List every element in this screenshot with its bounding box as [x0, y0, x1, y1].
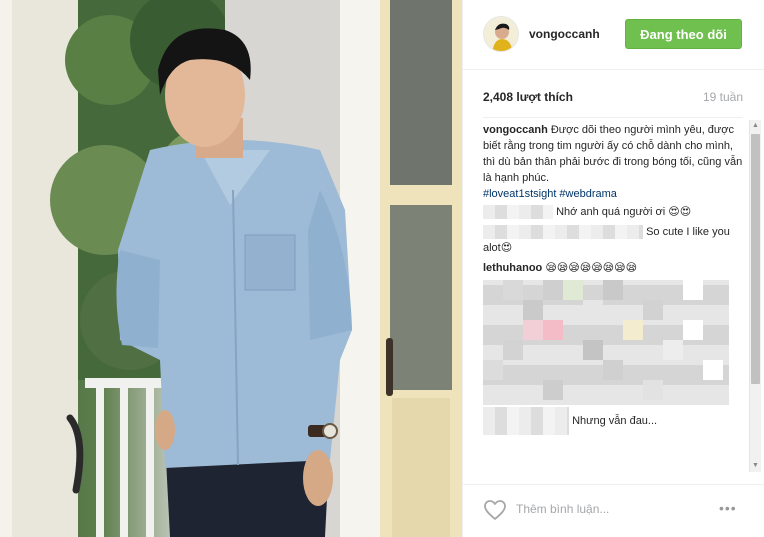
hashtags[interactable]: #loveat1stsight #webdrama	[483, 186, 745, 202]
comment-item: lethuhanoo 😪😪😪😪😪😪😪😪	[483, 260, 745, 276]
scrollbar-thumb[interactable]	[751, 134, 760, 384]
comment-item: Nhớ anh quá người ơi 😍😍	[483, 204, 745, 220]
more-options-icon[interactable]: •••	[719, 501, 737, 515]
comment-item: Nhưng vẫn đau...	[483, 407, 745, 435]
scroll-up-icon[interactable]: ▲	[750, 120, 761, 132]
post-stats: 2,408 lượt thích 19 tuần	[483, 90, 743, 106]
add-comment-input[interactable]	[516, 499, 706, 519]
avatar-image	[484, 17, 518, 51]
caption-username[interactable]: vongoccanh	[483, 124, 548, 136]
post-photo-illustration	[0, 0, 462, 537]
post-panel: vongoccanh Đang theo dõi 2,408 lượt thíc…	[462, 0, 764, 537]
blurred-username	[483, 225, 643, 240]
post-header: vongoccanh Đang theo dõi	[463, 0, 764, 70]
pixelated-comments	[483, 280, 729, 405]
comment-list: vongoccanh Được dõi theo người mình yêu,…	[483, 122, 745, 468]
divider	[483, 117, 743, 118]
comments-scrollbar[interactable]: ▲ ▼	[749, 120, 761, 472]
avatar[interactable]	[483, 16, 519, 52]
username[interactable]: vongoccanh	[529, 27, 600, 41]
post-photo	[0, 0, 462, 537]
scroll-down-icon[interactable]: ▼	[750, 460, 761, 472]
comment-text: Nhưng vẫn đau...	[572, 414, 658, 427]
blurred-username	[483, 205, 553, 220]
comment-text: 😪😪😪😪😪😪😪😪	[545, 262, 638, 274]
post-actions: •••	[463, 484, 764, 537]
following-button[interactable]: Đang theo dõi	[625, 19, 742, 49]
heart-outline-icon	[484, 500, 506, 520]
like-count[interactable]: 2,408 lượt thích	[483, 90, 573, 104]
comment-text: Nhớ anh quá người ơi 😍😍	[556, 206, 692, 218]
post-age[interactable]: 19 tuần	[703, 90, 743, 104]
blurred-username	[483, 407, 569, 435]
comment-item: So cute I like you alot😍	[483, 224, 745, 256]
caption: vongoccanh Được dõi theo người mình yêu,…	[483, 122, 745, 202]
comment-username[interactable]: lethuhanoo	[483, 262, 542, 274]
heart-icon[interactable]	[483, 499, 507, 521]
